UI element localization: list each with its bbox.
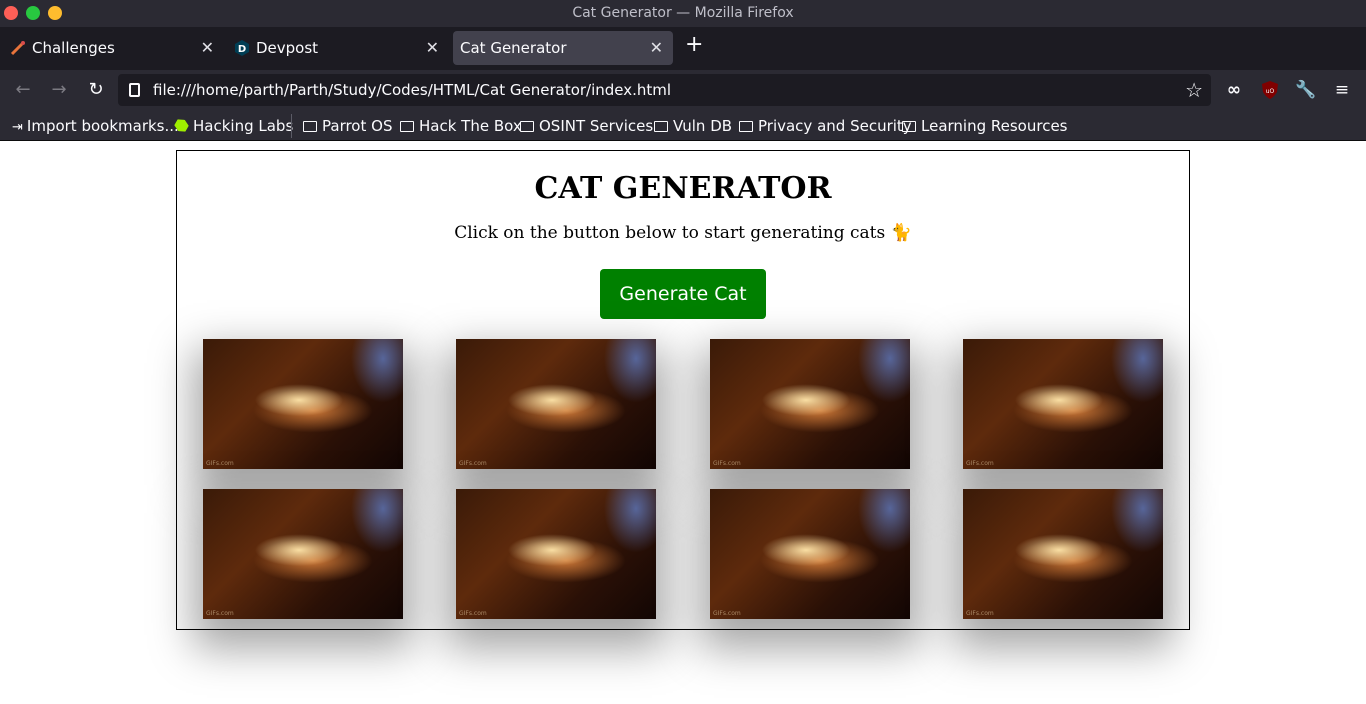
- generate-cat-button[interactable]: Generate Cat: [600, 269, 766, 319]
- challenges-icon: [10, 41, 25, 56]
- import-icon: ⇥: [12, 120, 23, 135]
- cat-image: GIFs.com: [710, 339, 910, 469]
- cat-generator-container: CAT GENERATOR Click on the button below …: [176, 150, 1190, 630]
- bookmark-folder-learning[interactable]: Learning Resources: [902, 117, 1068, 135]
- svg-text:uO: uO: [1266, 88, 1275, 95]
- bookmark-folder-parrot-os[interactable]: Parrot OS: [303, 117, 392, 135]
- bookmark-star-icon[interactable]: ☆: [1185, 78, 1203, 102]
- bookmark-label: Learning Resources: [921, 117, 1068, 135]
- tab-label: Cat Generator: [460, 39, 567, 57]
- cat-image: GIFs.com: [456, 489, 656, 619]
- bookmark-label: Parrot OS: [322, 117, 393, 135]
- folder-icon: [400, 121, 414, 132]
- bookmark-folder-vuln-db[interactable]: Vuln DB: [654, 117, 732, 135]
- svg-text:D: D: [238, 44, 246, 55]
- private-mask-icon[interactable]: ∞: [1223, 79, 1245, 101]
- tab-label: Challenges: [32, 39, 115, 57]
- page-title: CAT GENERATOR: [534, 171, 832, 206]
- url-bar[interactable]: file:///home/parth/Parth/Study/Codes/HTM…: [118, 74, 1211, 106]
- page-subtitle: Click on the button below to start gener…: [454, 223, 912, 243]
- bookmark-label: Hack The Box: [419, 117, 522, 135]
- hackthebox-icon: [173, 117, 191, 135]
- window-titlebar: Cat Generator — Mozilla Firefox: [0, 0, 1366, 27]
- new-tab-button[interactable]: +: [685, 32, 703, 57]
- tab-devpost[interactable]: D Devpost ✕: [224, 31, 449, 65]
- tab-cat-generator[interactable]: Cat Generator ✕: [453, 31, 673, 65]
- window-title: Cat Generator — Mozilla Firefox: [572, 5, 794, 21]
- folder-icon: [654, 121, 668, 132]
- folder-icon: [902, 121, 916, 132]
- bookmark-label: OSINT Services: [539, 117, 654, 135]
- bookmark-import[interactable]: ⇥ Import bookmarks...: [12, 117, 179, 135]
- folder-icon: [520, 121, 534, 132]
- close-tab-icon[interactable]: ✕: [650, 38, 663, 57]
- bookmarks-separator: [291, 114, 292, 138]
- url-text[interactable]: file:///home/parth/Parth/Study/Codes/HTM…: [153, 81, 671, 99]
- bookmarks-toolbar: ⇥ Import bookmarks... Hacking Labs Parrot…: [0, 111, 1366, 141]
- reload-button[interactable]: ↻: [85, 79, 107, 101]
- cat-image: GIFs.com: [456, 339, 656, 469]
- ublock-icon[interactable]: uO: [1259, 79, 1281, 101]
- tab-challenges[interactable]: Challenges ✕: [0, 31, 224, 65]
- folder-icon: [303, 121, 317, 132]
- forward-button[interactable]: →: [48, 79, 70, 101]
- cat-image: GIFs.com: [203, 489, 403, 619]
- close-tab-icon[interactable]: ✕: [426, 38, 439, 57]
- bookmark-hacking-labs[interactable]: Hacking Labs: [175, 117, 293, 135]
- bookmark-folder-osint[interactable]: OSINT Services: [520, 117, 653, 135]
- bookmark-label: Vuln DB: [673, 117, 733, 135]
- wrench-icon[interactable]: 🔧: [1295, 79, 1317, 101]
- close-tab-icon[interactable]: ✕: [201, 38, 214, 57]
- devpost-icon: D: [235, 40, 249, 56]
- bookmark-folder-privacy[interactable]: Privacy and Security: [739, 117, 912, 135]
- back-button[interactable]: ←: [12, 79, 34, 101]
- tab-strip: Challenges ✕ D Devpost ✕ Cat Generator ✕…: [0, 27, 1366, 70]
- page-icon: [129, 83, 140, 97]
- menu-icon[interactable]: ≡: [1331, 79, 1353, 101]
- cat-image: GIFs.com: [203, 339, 403, 469]
- bookmark-label: Privacy and Security: [758, 117, 912, 135]
- navigation-bar: ← → ↻ file:///home/parth/Parth/Study/Cod…: [0, 70, 1366, 111]
- cat-image: GIFs.com: [710, 489, 910, 619]
- cat-image: GIFs.com: [963, 339, 1163, 469]
- tab-label: Devpost: [256, 39, 319, 57]
- bookmark-folder-hack-the-box[interactable]: Hack The Box: [400, 117, 522, 135]
- folder-icon: [739, 121, 753, 132]
- cat-image: GIFs.com: [963, 489, 1163, 619]
- bookmark-label: Import bookmarks...: [26, 117, 179, 135]
- bookmark-label: Hacking Labs: [193, 117, 294, 135]
